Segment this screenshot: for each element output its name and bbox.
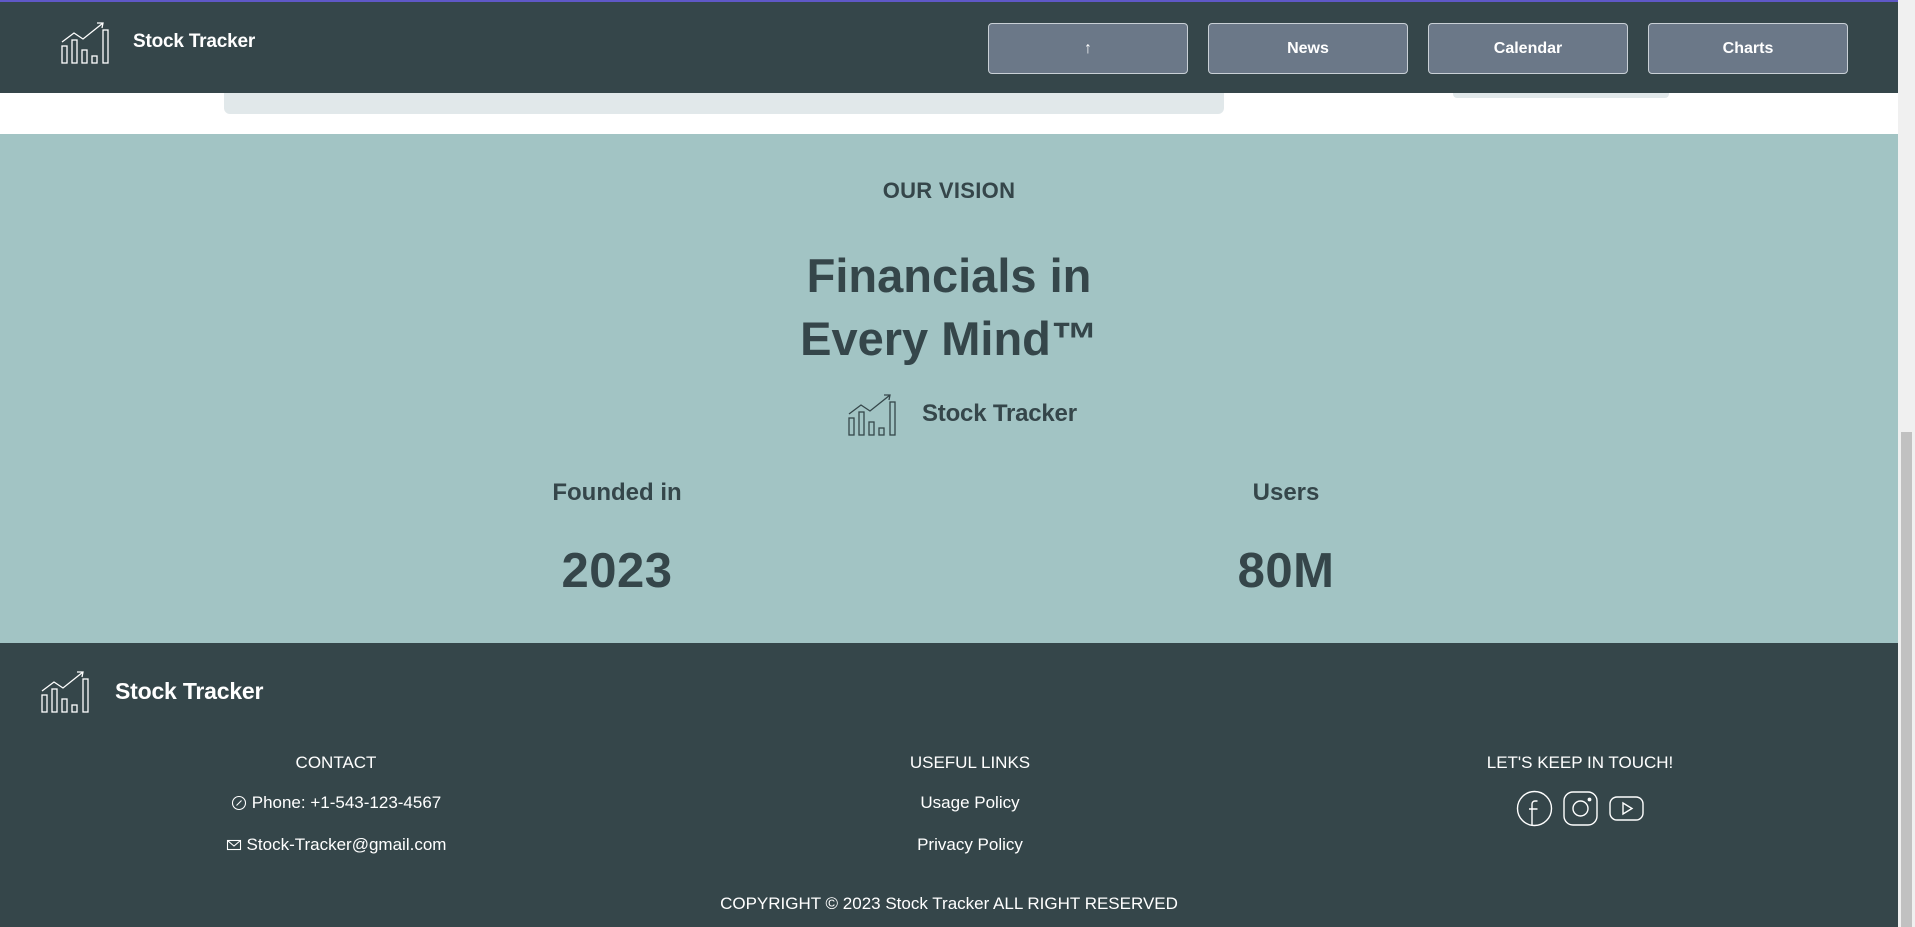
stat-value: 80M	[1237, 544, 1335, 598]
footer-social-column: LET'S KEEP IN TOUCH!	[1380, 753, 1780, 827]
navbar-brand[interactable]: Stock Tracker	[59, 20, 255, 64]
page-footer: Stock Tracker CONTACT Phone: +1-543-123-…	[0, 643, 1898, 927]
vision-brand: Stock Tracker	[846, 392, 1077, 436]
stat-label: Founded in	[552, 479, 682, 506]
footer-social-heading: LET'S KEEP IN TOUCH!	[1486, 753, 1674, 772]
scrollbar-thumb[interactable]	[1901, 432, 1912, 927]
previous-section-card	[1453, 93, 1669, 98]
phone-icon	[231, 795, 246, 810]
vision-eyebrow: OUR VISION	[882, 178, 1016, 203]
previous-section-card	[224, 93, 1224, 114]
page-scrollbar[interactable]	[1898, 0, 1915, 927]
facebook-icon[interactable]	[1516, 790, 1553, 827]
vision-section: OUR VISION Financials in Every Mind™ Sto…	[0, 134, 1898, 643]
social-links	[1380, 790, 1780, 827]
vision-title-line: Financials in	[806, 249, 1092, 302]
footer-contact-heading: CONTACT	[295, 753, 377, 772]
bar-chart-trend-icon	[61, 22, 109, 64]
footer-brand[interactable]: Stock Tracker	[39, 669, 263, 713]
bar-chart-trend-icon	[848, 394, 896, 436]
footer-links-column: USEFUL LINKS Usage Policy Privacy Policy	[770, 753, 1170, 874]
top-navbar: Stock Tracker ↑ News Calendar Charts	[0, 2, 1898, 93]
nav-news-button[interactable]: News	[1208, 23, 1408, 74]
footer-email-text: Stock-Tracker@gmail.com	[246, 835, 447, 854]
scroll-top-button[interactable]: ↑	[988, 23, 1188, 74]
vision-title-line: Every Mind™	[800, 312, 1098, 365]
vision-title: Financials in Every Mind™	[0, 244, 1898, 370]
footer-copyright: COPYRIGHT © 2023 Stock Tracker ALL RIGHT…	[720, 894, 1178, 913]
stat-users: Users 80M	[1136, 479, 1436, 599]
bar-chart-trend-icon	[41, 671, 89, 713]
youtube-icon[interactable]	[1608, 790, 1645, 827]
brand-name: Stock Tracker	[922, 400, 1077, 427]
nav-charts-button[interactable]: Charts	[1648, 23, 1848, 74]
footer-phone[interactable]: Phone: +1-543-123-4567	[136, 790, 536, 815]
stat-founded: Founded in 2023	[467, 479, 767, 599]
footer-link-privacy-policy[interactable]: Privacy Policy	[770, 832, 1170, 857]
stat-label: Users	[1252, 479, 1320, 506]
stat-value: 2023	[561, 544, 673, 598]
mail-icon	[226, 839, 241, 850]
brand-name: Stock Tracker	[133, 31, 256, 52]
instagram-icon[interactable]	[1562, 790, 1599, 827]
nav-calendar-button[interactable]: Calendar	[1428, 23, 1628, 74]
footer-email[interactable]: Stock-Tracker@gmail.com	[136, 832, 536, 857]
brand-name: Stock Tracker	[115, 677, 264, 704]
footer-link-usage-policy[interactable]: Usage Policy	[770, 790, 1170, 815]
footer-contact-column: CONTACT Phone: +1-543-123-4567 Stock-Tra…	[136, 753, 536, 874]
footer-phone-text: Phone: +1-543-123-4567	[251, 793, 442, 812]
footer-links-heading: USEFUL LINKS	[909, 753, 1031, 772]
